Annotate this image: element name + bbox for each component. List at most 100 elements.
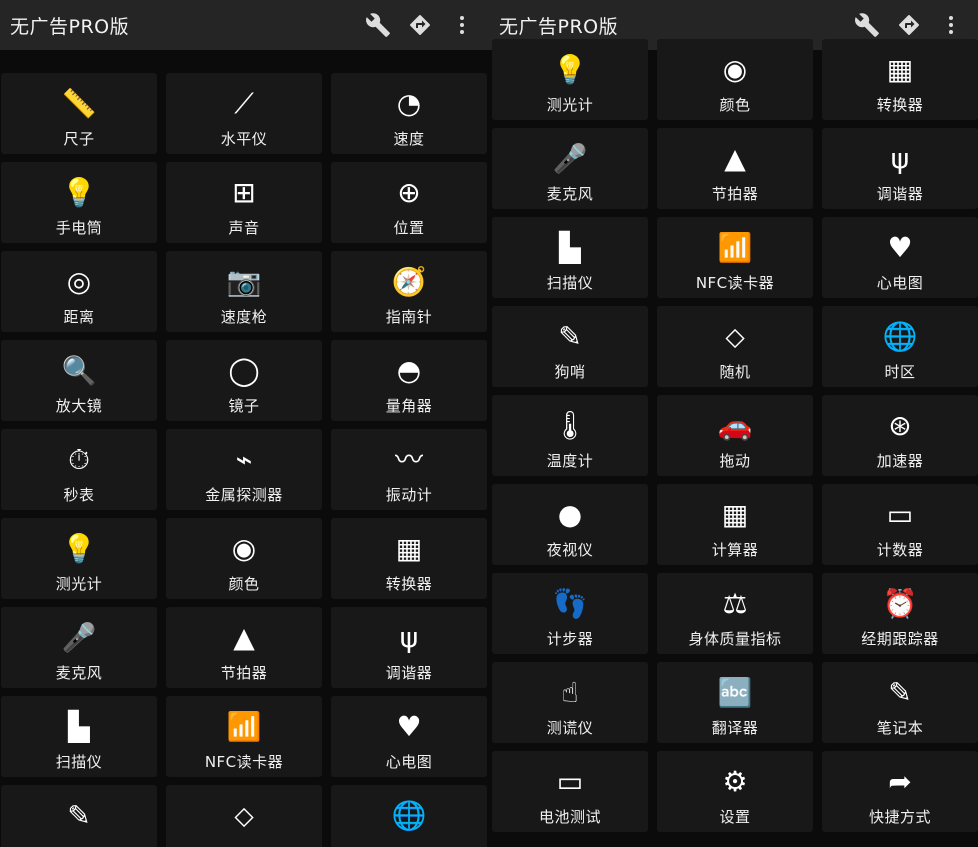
tool-tile[interactable]: ◎ 距离 (1, 251, 157, 332)
tool-tile[interactable]: 🔍 放大镜 (1, 340, 157, 421)
tool-tile[interactable]: ♥ 心电图 (331, 696, 487, 777)
dog-whistle-icon: ✎ (558, 320, 582, 353)
tool-tile[interactable]: ✎ 笔记本 (822, 662, 978, 743)
tool-label: 量角器 (385, 397, 433, 415)
footsteps-icon: 👣 (552, 587, 588, 620)
tool-tile[interactable]: 🧭 指南针 (331, 251, 487, 332)
dice-icon: ⬦ (234, 799, 254, 832)
level-icon: ⟋ (234, 87, 254, 120)
tool-tile[interactable]: ⬦ 随机 (657, 306, 813, 387)
tool-tile[interactable]: ◔ 速度 (331, 73, 487, 154)
tool-tile[interactable]: ✎ 狗哨 (492, 306, 648, 387)
tool-tile[interactable]: ▙ 扫描仪 (1, 696, 157, 777)
magnifier-icon: 🔍 (61, 354, 97, 387)
tool-tile[interactable]: ♥ 心电图 (822, 217, 978, 298)
tool-tile[interactable]: ▦ 转换器 (822, 39, 978, 120)
right-screen: 无广告PRO版 💡 测光计 ◉ 颜色 ▦ 转换器 🎤 麦克风 ▲ 节拍器 ψ 调谐器 ▙ 扫描仪 📶 NFC读… (489, 0, 978, 847)
heart-rate-icon: ♥ (396, 710, 422, 743)
tool-tile[interactable]: ⚖ 身体质量指标 (657, 573, 813, 654)
tool-label: NFC读卡器 (204, 753, 284, 771)
tool-tile[interactable]: ◉ 颜色 (657, 39, 813, 120)
tool-label: 心电图 (876, 274, 924, 292)
tuning-fork-icon: ψ (890, 142, 910, 175)
color-picker-icon: ◉ (722, 53, 748, 86)
tool-tile[interactable]: ▦ 计算器 (657, 484, 813, 565)
tool-tile[interactable]: ⟋ 水平仪 (166, 73, 322, 154)
tool-tile[interactable]: ☝ 测谎仪 (492, 662, 648, 743)
tool-tile[interactable]: ⊛ 加速器 (822, 395, 978, 476)
tool-tile[interactable]: ⏱ 秒表 (1, 429, 157, 510)
metronome-icon: ▲ (233, 621, 255, 654)
tool-label: 测光计 (55, 575, 103, 593)
tool-label: 麦克风 (546, 185, 594, 203)
tool-tile[interactable]: 🚗 拖动 (657, 395, 813, 476)
tool-tile[interactable]: ⏰ 经期跟踪器 (822, 573, 978, 654)
tool-tile[interactable]: 🌐 时区 (822, 306, 978, 387)
tool-tile[interactable]: ⬦ (166, 785, 322, 847)
tool-label: 速度 (393, 130, 425, 148)
tool-label: 转换器 (385, 575, 433, 593)
tool-label: 距离 (63, 308, 95, 326)
tool-tile[interactable]: ⚙ 设置 (657, 751, 813, 832)
finger-touch-icon: ☝ (561, 676, 579, 709)
wrench-icon[interactable] (363, 10, 393, 40)
tool-tile[interactable]: ▙ 扫描仪 (492, 217, 648, 298)
tool-tile[interactable]: ψ 调谐器 (822, 128, 978, 209)
directions-icon[interactable] (405, 10, 435, 40)
tool-label: 计数器 (876, 541, 924, 559)
tool-tile[interactable]: ◓ 量角器 (331, 340, 487, 421)
tool-tile[interactable]: 📷 速度枪 (166, 251, 322, 332)
vibration-meter-icon: 〰 (394, 443, 423, 476)
tool-tile[interactable]: ψ 调谐器 (331, 607, 487, 688)
tool-tile[interactable]: ⊕ 位置 (331, 162, 487, 243)
tool-tile[interactable]: 📶 NFC读卡器 (166, 696, 322, 777)
tool-tile[interactable]: ◉ 颜色 (166, 518, 322, 599)
wrench-icon[interactable] (852, 10, 882, 40)
translator-icon: 🔤 (717, 676, 753, 709)
tool-tile[interactable]: 👣 计步器 (492, 573, 648, 654)
more-vert-icon[interactable] (936, 10, 966, 40)
tool-tile[interactable]: ▦ 转换器 (331, 518, 487, 599)
speed-gun-icon: 📷 (226, 265, 262, 298)
tool-tile[interactable]: ▲ 节拍器 (166, 607, 322, 688)
tool-tile[interactable]: 💡 手电筒 (1, 162, 157, 243)
thermometer-icon: 🌡 (552, 409, 588, 442)
tool-tile[interactable]: ➦ 快捷方式 (822, 751, 978, 832)
tool-tile[interactable]: 🔤 翻译器 (657, 662, 813, 743)
tool-tile[interactable]: 🌐 (331, 785, 487, 847)
tool-tile[interactable]: ● 夜视仪 (492, 484, 648, 565)
tool-label: 尺子 (63, 130, 95, 148)
tool-label: 设置 (719, 808, 751, 826)
directions-icon[interactable] (894, 10, 924, 40)
counter-icon: ▭ (886, 498, 914, 531)
tool-label: 镜子 (228, 397, 260, 415)
tool-tile[interactable]: 💡 测光计 (1, 518, 157, 599)
tool-tile[interactable]: 🎤 麦克风 (492, 128, 648, 209)
more-vert-icon[interactable] (447, 10, 477, 40)
tool-tile[interactable]: ▲ 节拍器 (657, 128, 813, 209)
tool-label: 测谎仪 (546, 719, 594, 737)
tool-label: NFC读卡器 (695, 274, 775, 292)
tool-tile[interactable]: 📶 NFC读卡器 (657, 217, 813, 298)
tool-tile[interactable]: ▭ 电池测试 (492, 751, 648, 832)
tool-label: 计算器 (711, 541, 759, 559)
tool-tile[interactable]: 🌡 温度计 (492, 395, 648, 476)
tool-tile[interactable]: ✎ (1, 785, 157, 847)
tool-label: 放大镜 (55, 397, 103, 415)
nfc-icon: 📶 (717, 231, 753, 264)
tool-tile[interactable]: 💡 测光计 (492, 39, 648, 120)
tool-tile[interactable]: ◯ 镜子 (166, 340, 322, 421)
converter-icon: ▦ (395, 532, 423, 565)
color-picker-icon: ◉ (231, 532, 257, 565)
tool-label: 心电图 (385, 753, 433, 771)
battery-icon: ▭ (556, 765, 584, 798)
tool-tile[interactable]: 〰振动计 (331, 429, 487, 510)
tools-grid: 📏 尺子 ⟋ 水平仪 ◔ 速度 💡 手电筒 ⊞ 声音 ⊕ 位置 ◎ 距离 📷 速度枪 🧭 指南针 🔍 放大镜 ◯ 镜子 ◓ 量… (0, 73, 489, 847)
tool-tile[interactable]: ▭ 计数器 (822, 484, 978, 565)
tool-tile[interactable]: 🎤 麦克风 (1, 607, 157, 688)
tool-tile[interactable]: ⊞ 声音 (166, 162, 322, 243)
tool-label: 扫描仪 (55, 753, 103, 771)
tool-tile[interactable]: 📏 尺子 (1, 73, 157, 154)
tool-label: 身体质量指标 (688, 630, 782, 648)
tool-tile[interactable]: ⌁ 金属探测器 (166, 429, 322, 510)
